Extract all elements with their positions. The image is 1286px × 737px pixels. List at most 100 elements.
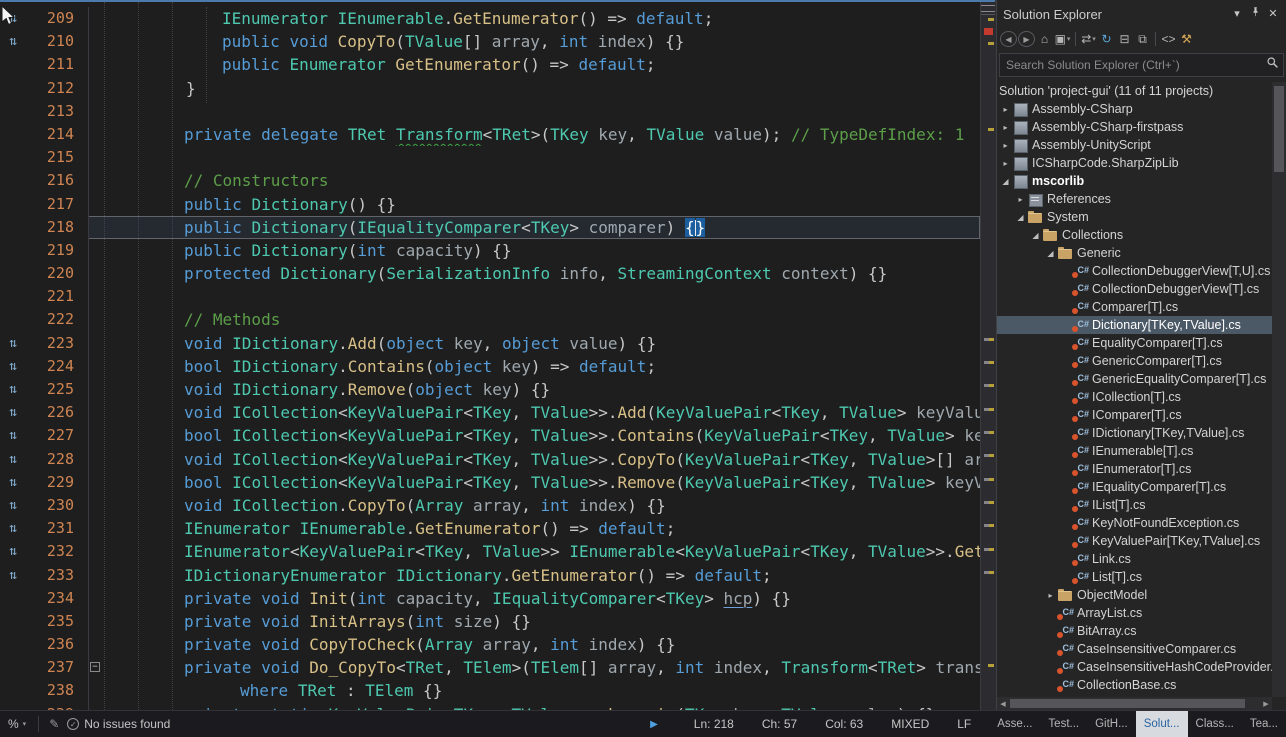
- fold-margin[interactable]: [88, 239, 100, 262]
- code-text[interactable]: public Dictionary(int capacity) {}: [100, 239, 980, 262]
- tool-window-tab[interactable]: GitH...: [1087, 711, 1136, 737]
- tree-item[interactable]: IEqualityComparer[T].cs: [997, 478, 1272, 496]
- code-text[interactable]: public Dictionary(IEqualityComparer<TKey…: [100, 216, 980, 239]
- code-text[interactable]: where TRet : TElem {}: [100, 679, 980, 702]
- tree-item[interactable]: ◢mscorlib: [997, 172, 1272, 190]
- code-text[interactable]: void IDictionary.Add(object key, object …: [100, 332, 980, 355]
- fold-margin[interactable]: [88, 378, 100, 401]
- code-text[interactable]: void ICollection.CopyTo(Array array, int…: [100, 494, 980, 517]
- expander-icon[interactable]: ▸: [1014, 195, 1027, 204]
- glyph-margin[interactable]: ⇅: [0, 540, 26, 563]
- search-icon[interactable]: [1261, 56, 1283, 74]
- code-text[interactable]: protected Dictionary(SerializationInfo i…: [100, 262, 980, 285]
- glyph-margin[interactable]: [0, 633, 26, 656]
- code-text[interactable]: public Enumerator GetEnumerator() => def…: [100, 53, 980, 76]
- tree-item[interactable]: CaseInsensitiveComparer.cs: [997, 640, 1272, 658]
- tree-item[interactable]: CaseInsensitiveHashCodeProvider.cs: [997, 658, 1272, 676]
- glyph-margin[interactable]: [0, 703, 26, 710]
- tree-item[interactable]: CollectionBase.cs: [997, 676, 1272, 694]
- fold-margin[interactable]: [88, 517, 100, 540]
- fold-margin[interactable]: [88, 262, 100, 285]
- fold-margin[interactable]: [88, 448, 100, 471]
- editor-vertical-scrollbar[interactable]: [980, 2, 995, 710]
- glyph-margin[interactable]: ⇅: [0, 517, 26, 540]
- code-text[interactable]: private void InitArrays(int size) {}: [100, 610, 980, 633]
- tree-item[interactable]: Solution 'project-gui' (11 of 11 project…: [997, 82, 1272, 100]
- fold-margin[interactable]: [88, 7, 100, 30]
- glyph-margin[interactable]: [0, 169, 26, 192]
- glyph-margin[interactable]: [0, 262, 26, 285]
- expander-icon[interactable]: ◢: [1014, 213, 1027, 222]
- fold-margin[interactable]: [88, 401, 100, 424]
- fold-margin[interactable]: [88, 332, 100, 355]
- fold-margin[interactable]: [88, 424, 100, 447]
- fold-margin[interactable]: [88, 355, 100, 378]
- fold-margin[interactable]: [88, 308, 100, 331]
- code-text[interactable]: public void CopyTo(TValue[] array, int i…: [100, 30, 980, 53]
- glyph-margin[interactable]: ⇅: [0, 564, 26, 587]
- glyph-margin[interactable]: [0, 285, 26, 308]
- tree-item[interactable]: BitArray.cs: [997, 622, 1272, 640]
- tree-item[interactable]: Link.cs: [997, 550, 1272, 568]
- glyph-margin[interactable]: [0, 587, 26, 610]
- glyph-margin[interactable]: [0, 193, 26, 216]
- expander-icon[interactable]: ◢: [1029, 231, 1042, 240]
- view-code-icon[interactable]: <>: [1160, 30, 1177, 48]
- fold-margin[interactable]: [88, 471, 100, 494]
- new-window-icon[interactable]: ▣▾: [1054, 30, 1071, 48]
- tool-window-tab[interactable]: Class...: [1188, 711, 1242, 737]
- expander-icon[interactable]: ◢: [999, 177, 1012, 186]
- tree-item[interactable]: IComparer[T].cs: [997, 406, 1272, 424]
- fold-collapse-icon[interactable]: −: [90, 662, 100, 672]
- code-text[interactable]: void IDictionary.Remove(object key) {}: [100, 378, 980, 401]
- expander-icon[interactable]: ◢: [1044, 249, 1057, 258]
- code-text[interactable]: void ICollection<KeyValuePair<TKey, TVal…: [100, 401, 980, 424]
- tree-item[interactable]: IEnumerator[T].cs: [997, 460, 1272, 478]
- back-icon[interactable]: ◀: [1000, 31, 1017, 47]
- panel-horizontal-scrollbar[interactable]: ◀ ▶: [997, 697, 1272, 710]
- forward-icon[interactable]: ▶: [1018, 31, 1035, 47]
- tree-item[interactable]: IDictionary[TKey,TValue].cs: [997, 424, 1272, 442]
- code-text[interactable]: private delegate TRet Transform<TRet>(TK…: [100, 123, 980, 146]
- code-text[interactable]: void ICollection<KeyValuePair<TKey, TVal…: [100, 448, 980, 471]
- fold-margin[interactable]: [88, 564, 100, 587]
- fold-margin[interactable]: [88, 169, 100, 192]
- properties-icon[interactable]: ⚒: [1178, 30, 1195, 48]
- expander-icon[interactable]: ▸: [999, 159, 1012, 168]
- tree-item[interactable]: ▸Assembly-CSharp: [997, 100, 1272, 118]
- home-icon[interactable]: ⌂: [1036, 30, 1053, 48]
- glyph-margin[interactable]: ⇅: [0, 471, 26, 494]
- glyph-margin[interactable]: [0, 308, 26, 331]
- fold-margin[interactable]: [88, 53, 100, 76]
- glyph-margin[interactable]: [0, 146, 26, 169]
- tree-item[interactable]: ▸ObjectModel: [997, 586, 1272, 604]
- tree-item[interactable]: CollectionDebuggerView[T,U].cs: [997, 262, 1272, 280]
- fold-margin[interactable]: [88, 123, 100, 146]
- glyph-margin[interactable]: [0, 656, 26, 679]
- fold-margin[interactable]: [88, 146, 100, 169]
- tree-item[interactable]: ICollection[T].cs: [997, 388, 1272, 406]
- editor-split-handle-icon[interactable]: [981, 2, 995, 15]
- glyph-margin[interactable]: [0, 77, 26, 100]
- tree-item[interactable]: CollectionDebuggerView[T].cs: [997, 280, 1272, 298]
- glyph-margin[interactable]: ⇅: [0, 401, 26, 424]
- glyph-margin[interactable]: [0, 123, 26, 146]
- code-text[interactable]: IEnumerator<KeyValuePair<TKey, TValue>> …: [100, 540, 980, 563]
- scroll-right-icon[interactable]: ▶: [1260, 700, 1272, 708]
- code-text[interactable]: private void Init(int capacity, IEqualit…: [100, 587, 980, 610]
- glyph-margin[interactable]: ⇅: [0, 378, 26, 401]
- fold-margin[interactable]: [88, 540, 100, 563]
- glyph-margin[interactable]: [0, 216, 26, 239]
- code-text[interactable]: // Methods: [100, 308, 980, 331]
- code-text[interactable]: // Constructors: [100, 169, 980, 192]
- glyph-margin[interactable]: ⇅: [0, 424, 26, 447]
- chevron-down-icon[interactable]: ▾: [1228, 6, 1246, 22]
- glyph-margin[interactable]: ⇅: [0, 332, 26, 355]
- fold-margin[interactable]: [88, 679, 100, 702]
- pin-icon[interactable]: [1246, 6, 1264, 22]
- close-icon[interactable]: ✕: [1264, 6, 1282, 22]
- glyph-margin[interactable]: [0, 53, 26, 76]
- fold-margin[interactable]: [88, 703, 100, 710]
- panel-vertical-scrollbar[interactable]: [1272, 82, 1286, 697]
- collapse-all-icon[interactable]: ⊟: [1116, 30, 1133, 48]
